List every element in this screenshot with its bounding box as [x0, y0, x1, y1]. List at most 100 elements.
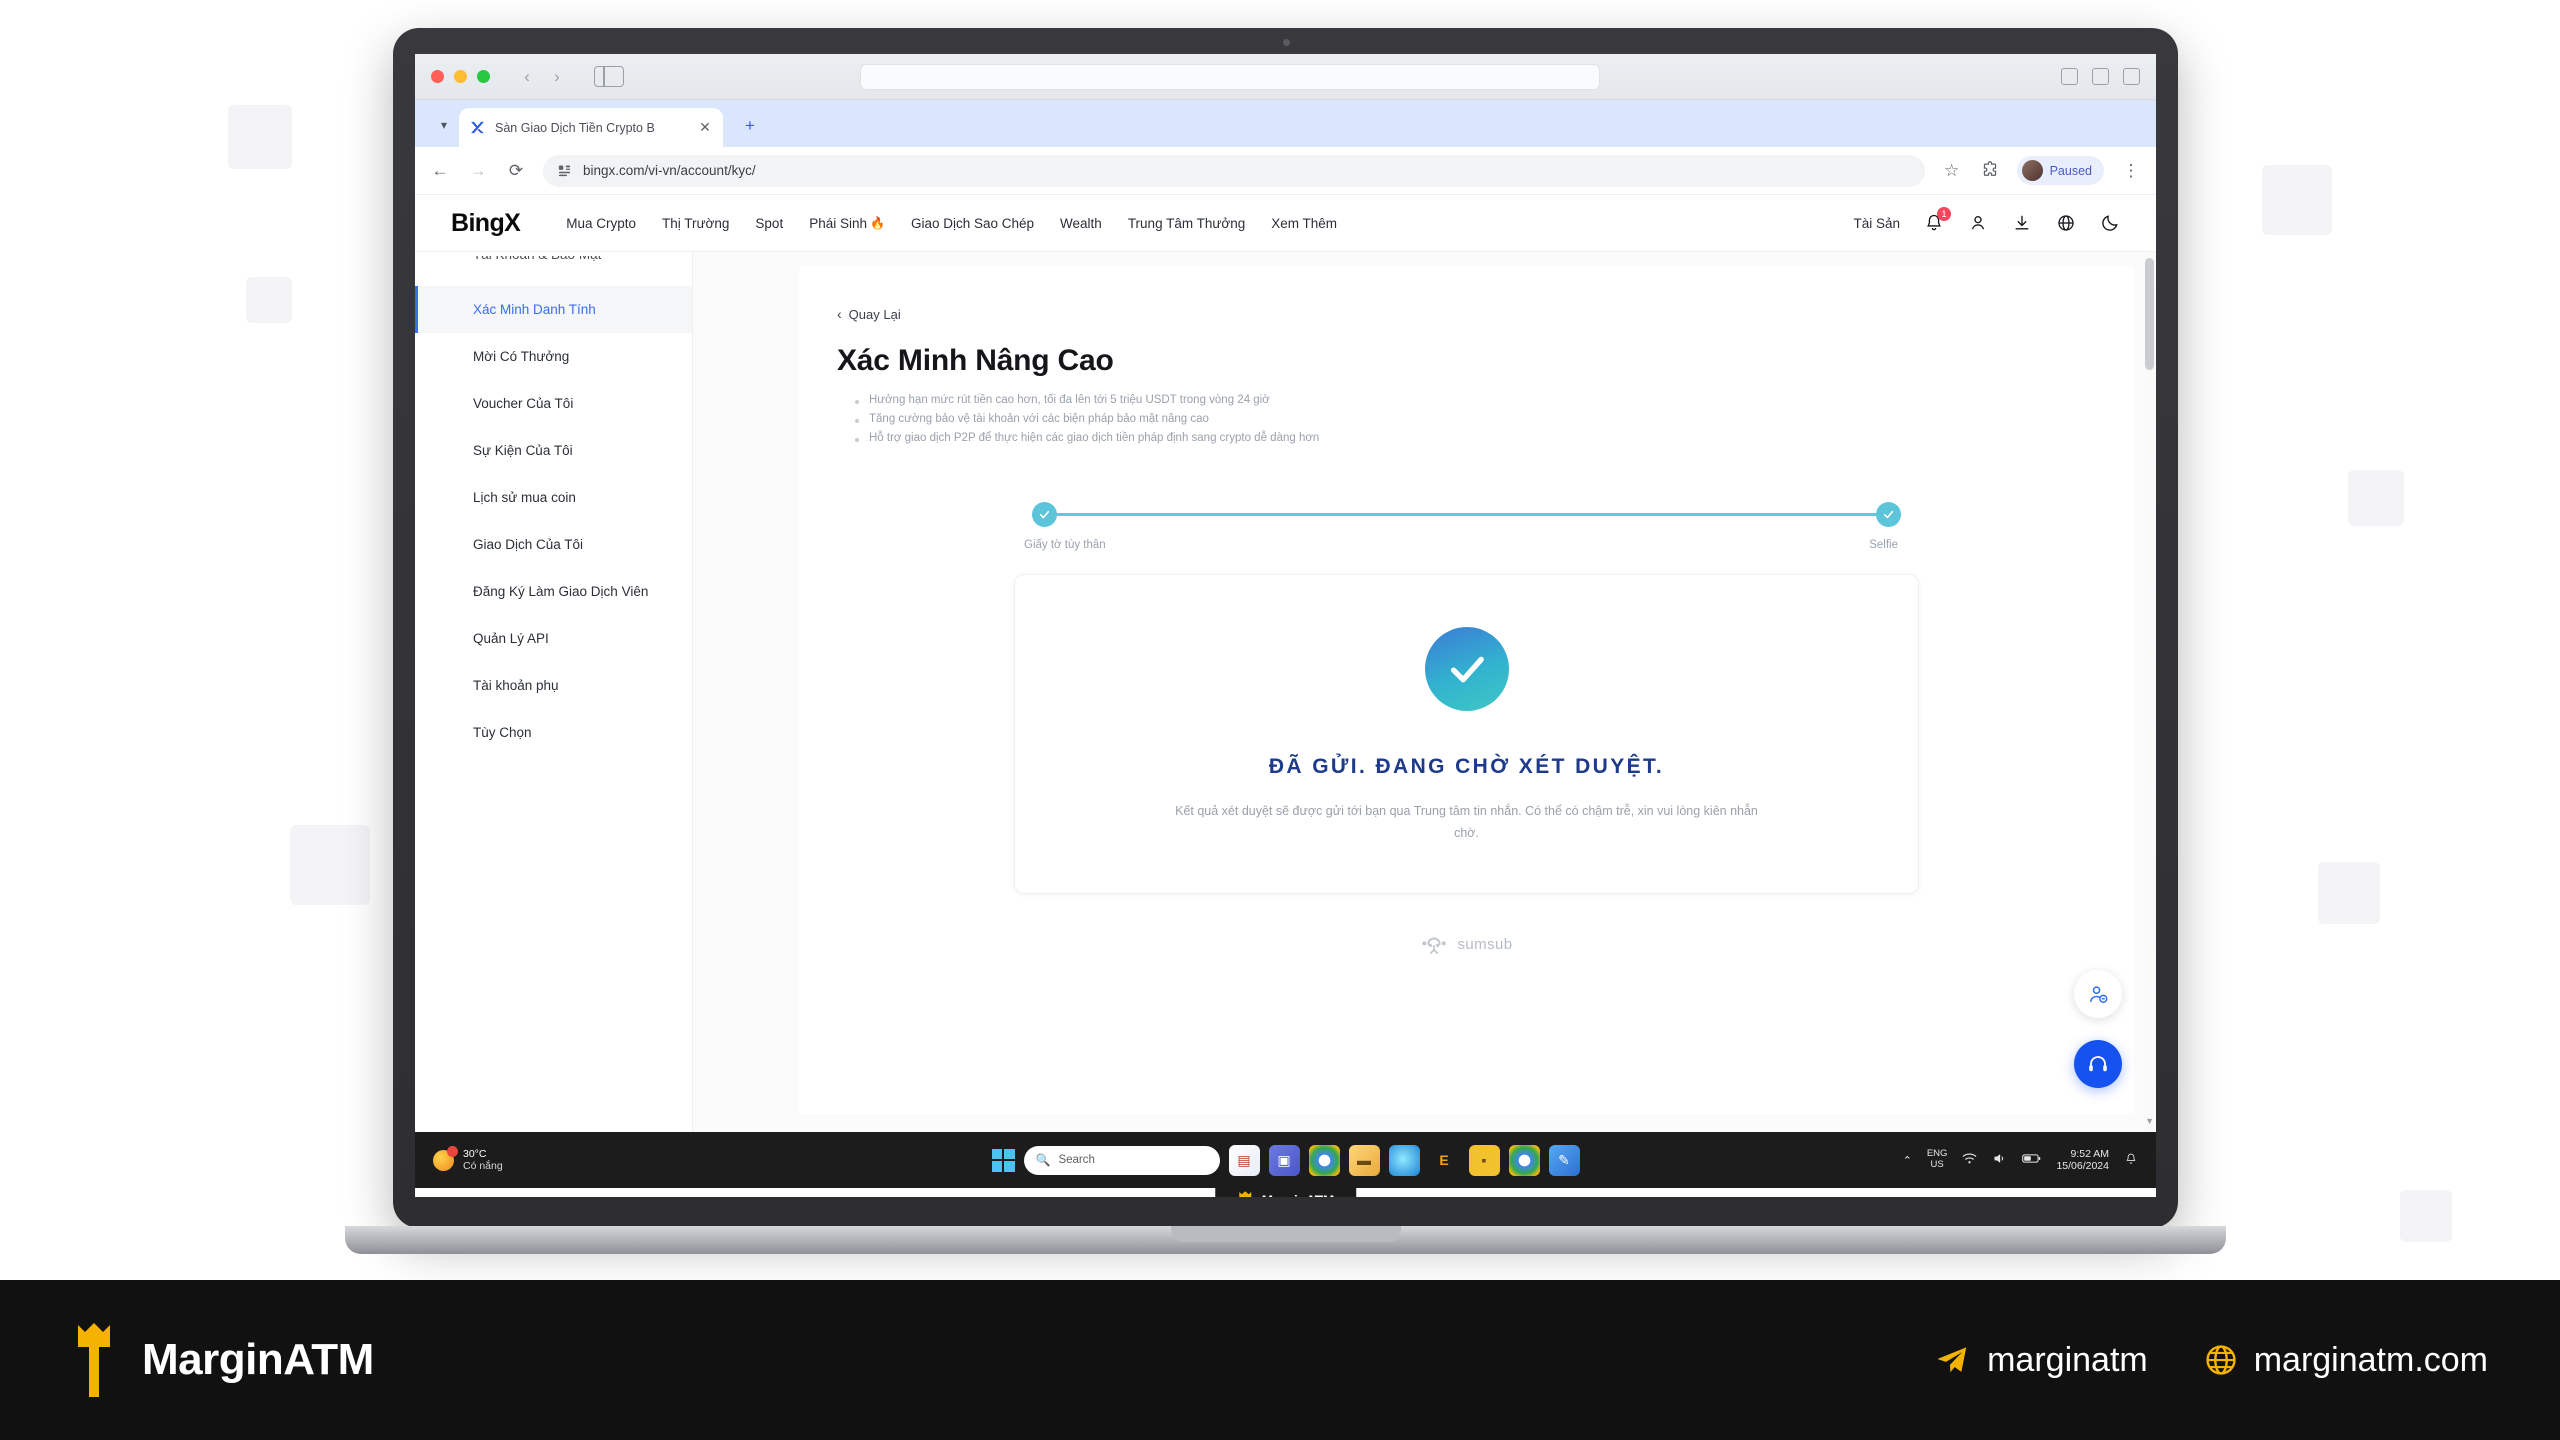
sumsub-label: sumsub: [1457, 936, 1513, 954]
taskbar-clock[interactable]: 9:52 AM 15/06/2024: [2056, 1148, 2109, 1172]
download-icon[interactable]: [2012, 213, 2032, 233]
macos-share-icon[interactable]: [2091, 68, 2109, 85]
window-minimize-button[interactable]: [454, 70, 467, 83]
taskbar-search-input[interactable]: 🔍 Search: [1023, 1145, 1220, 1175]
sidebar-item-lich-su-mua-coin[interactable]: Lịch sử mua coin: [415, 474, 692, 521]
bell-icon[interactable]: 1: [1924, 207, 1951, 233]
macos-address-field[interactable]: [859, 63, 1600, 90]
browser-tab[interactable]: Sàn Giao Dịch Tiền Crypto B ✕: [459, 108, 723, 147]
user-support-button[interactable]: [2074, 970, 2122, 1018]
decor-square: [246, 277, 292, 323]
weather-temp: 30°C: [463, 1147, 487, 1160]
page-info-icon[interactable]: [557, 163, 572, 178]
nav-item-wealth[interactable]: Wealth: [1060, 216, 1102, 231]
volume-icon[interactable]: [1992, 1151, 2007, 1169]
sumsub-logo-icon: [1421, 937, 1446, 954]
macos-forward-icon[interactable]: ›: [544, 67, 570, 87]
taskbar-app-chrome-2-icon[interactable]: [1508, 1144, 1540, 1176]
benefit-list: Hưởng hạn mức rút tiền cao hơn, tối đa l…: [855, 394, 2134, 444]
browser-menu-icon[interactable]: ⋮: [2120, 161, 2142, 181]
lang-line-2: US: [1930, 1159, 1944, 1170]
browser-reload-icon[interactable]: ⟳: [505, 161, 527, 181]
macos-tabs-icon[interactable]: [2122, 68, 2140, 85]
bingx-logo[interactable]: BingX: [451, 209, 521, 238]
moon-icon[interactable]: [2100, 213, 2120, 233]
sidebar-item-label: Quản Lý API: [473, 631, 549, 646]
assets-link[interactable]: Tài Sản: [1853, 216, 1900, 231]
new-tab-button[interactable]: +: [733, 109, 767, 143]
decor-square: [290, 825, 370, 905]
sidebar-item-label: Lịch sử mua coin: [473, 490, 576, 505]
macos-settings-icon[interactable]: [2060, 68, 2078, 85]
tab-search-chevron-icon[interactable]: ▾: [429, 110, 459, 140]
search-icon: 🔍: [1035, 1153, 1051, 1167]
decor-square: [2348, 470, 2404, 526]
sidebar-item-xac-minh-danh-tinh[interactable]: Xác Minh Danh Tính: [415, 286, 692, 333]
globe-icon[interactable]: [2056, 213, 2076, 233]
sidebar-item-tai-khoan-bao-mat[interactable]: Tài Khoản & Bảo Mật: [415, 256, 692, 286]
marginatm-logo-icon: [78, 1323, 110, 1397]
page-scrollbar[interactable]: ▼: [2143, 252, 2156, 1132]
taskbar-app-paint-icon[interactable]: ▤: [1228, 1144, 1260, 1176]
sidebar-item-tai-khoan-phu[interactable]: Tài khoản phụ: [415, 662, 692, 709]
bookmark-star-icon[interactable]: ☆: [1941, 161, 1963, 181]
macos-back-icon[interactable]: ‹: [514, 67, 540, 87]
sidebar-item-voucher-cua-toi[interactable]: Voucher Của Tôi: [415, 380, 692, 427]
website-link[interactable]: marginatm.com: [2204, 1341, 2488, 1380]
weather-widget[interactable]: 30°C Có nắng: [433, 1145, 503, 1173]
content-area: ‹ Quay Lại Xác Minh Nâng Cao Hưởng hạn m…: [693, 252, 2156, 1132]
sidebar-item-giao-dich-cua-toi[interactable]: Giao Dịch Của Tôi: [415, 521, 692, 568]
macos-toolbar-icons[interactable]: [2060, 68, 2140, 85]
address-bar[interactable]: bingx.com/vi-vn/account/kyc/: [543, 154, 1925, 187]
site-header: BingX Mua Crypto Thị Trường Spot Phái Si…: [415, 195, 2156, 252]
nav-item-trung-tam-thuong[interactable]: Trung Tâm Thưởng: [1128, 216, 1245, 231]
macos-sidebar-toggle-icon[interactable]: [594, 66, 624, 87]
window-maximize-button[interactable]: [477, 70, 490, 83]
url-text: bingx.com/vi-vn/account/kyc/: [583, 163, 756, 178]
window-close-button[interactable]: [431, 70, 444, 83]
taskbar-app-chrome-icon[interactable]: [1308, 1144, 1340, 1176]
scrollbar-thumb[interactable]: [2145, 258, 2154, 370]
tab-close-icon[interactable]: ✕: [697, 119, 713, 136]
sidebar-item-su-kien-cua-toi[interactable]: Sự Kiện Của Tôi: [415, 427, 692, 474]
live-chat-button[interactable]: [2074, 1040, 2122, 1088]
nav-item-phai-sinh[interactable]: Phái Sinh 🔥: [809, 216, 885, 231]
windows-start-button[interactable]: [991, 1148, 1015, 1172]
browser-forward-icon[interactable]: →: [467, 161, 489, 181]
sidebar-item-quan-ly-api[interactable]: Quản Lý API: [415, 615, 692, 662]
telegram-link[interactable]: marginatm: [1933, 1341, 2148, 1380]
taskbar-app-teams-icon[interactable]: ▣: [1268, 1144, 1300, 1176]
back-link[interactable]: ‹ Quay Lại: [837, 306, 2134, 322]
nav-item-spot[interactable]: Spot: [755, 216, 783, 231]
taskbar-app-editor-icon[interactable]: ✎: [1548, 1144, 1580, 1176]
laptop-camera: [1282, 39, 1290, 46]
scroll-down-arrow-icon[interactable]: ▼: [2145, 1116, 2154, 1126]
profile-chip[interactable]: Paused: [2016, 156, 2104, 185]
decor-square: [228, 105, 292, 169]
taskbar-app-edge-icon[interactable]: [1388, 1144, 1420, 1176]
marginatm-crown-icon: [1238, 1191, 1251, 1197]
taskbar-app-e-icon[interactable]: E: [1429, 1145, 1460, 1176]
taskbar-app-explorer-icon[interactable]: ▬: [1348, 1144, 1380, 1176]
nav-item-thi-truong[interactable]: Thị Trường: [662, 216, 729, 231]
clock-time: 9:52 AM: [2070, 1147, 2109, 1160]
fire-icon: 🔥: [870, 216, 885, 230]
sidebar-item-moi-co-thuong[interactable]: Mời Có Thưởng: [415, 333, 692, 380]
user-icon[interactable]: [1968, 213, 1988, 233]
profile-status-label: Paused: [2049, 163, 2092, 178]
browser-back-icon[interactable]: ←: [429, 161, 451, 181]
sun-icon: [433, 1145, 458, 1171]
battery-icon[interactable]: [2022, 1152, 2041, 1168]
language-indicator[interactable]: ENG US: [1927, 1148, 1948, 1171]
macos-nav-buttons[interactable]: ‹ ›: [514, 67, 570, 87]
tray-bell-icon[interactable]: [2124, 1152, 2138, 1169]
tray-chevron-icon[interactable]: ⌃: [1903, 1154, 1912, 1167]
sidebar-item-tuy-chon[interactable]: Tùy Chọn: [415, 709, 692, 756]
taskbar-app-notes-icon[interactable]: ▪: [1468, 1144, 1500, 1176]
wifi-icon[interactable]: [1962, 1151, 1977, 1169]
extensions-icon[interactable]: [1979, 161, 2001, 180]
nav-item-giao-dich-sao-chep[interactable]: Giao Dịch Sao Chép: [911, 216, 1034, 231]
sidebar-item-dang-ky-lam-giao-dich-vien[interactable]: Đăng Ký Làm Giao Dịch Viên: [415, 568, 692, 615]
nav-item-mua-crypto[interactable]: Mua Crypto: [566, 216, 636, 231]
nav-item-xem-them[interactable]: Xem Thêm: [1271, 216, 1337, 231]
